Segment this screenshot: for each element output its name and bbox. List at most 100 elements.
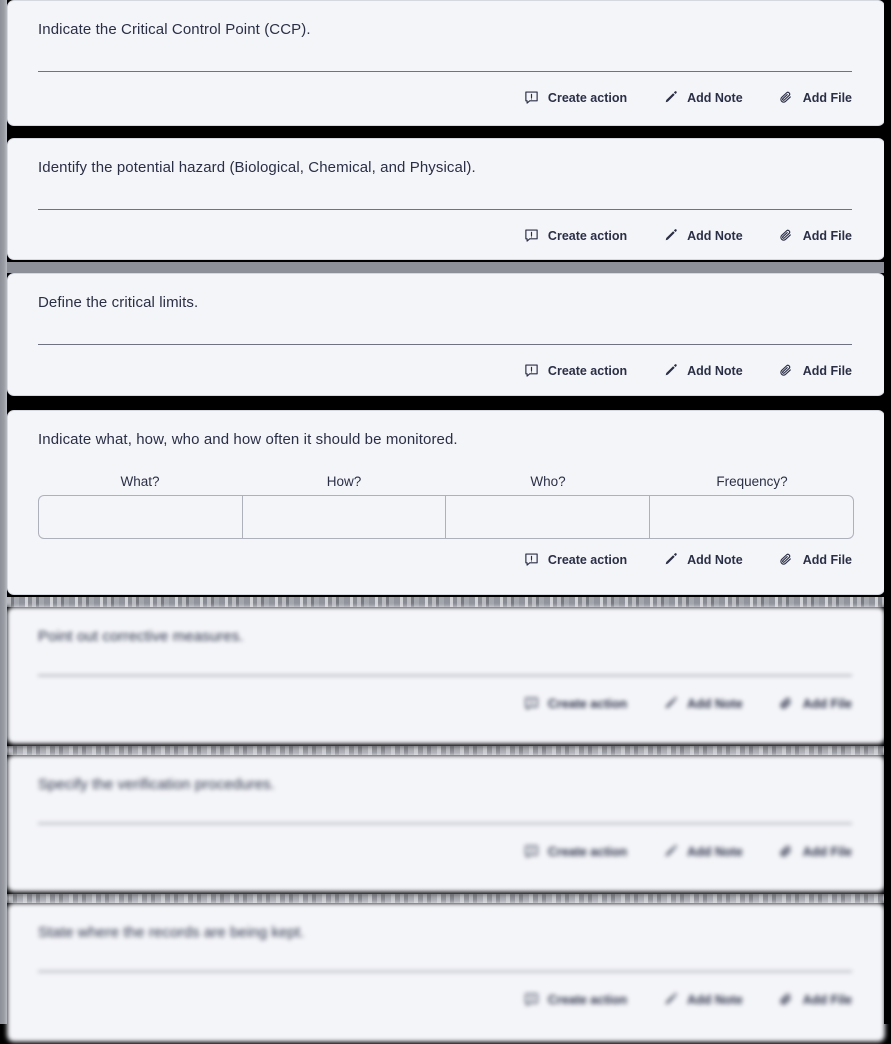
question-label-monitoring: Indicate what, how, who and how often it… bbox=[38, 431, 458, 448]
form-card-critical-limits: Define the critical limits. Create actio… bbox=[7, 273, 885, 396]
add-file-button[interactable]: Add File bbox=[779, 696, 852, 711]
add-file-label: Add File bbox=[802, 992, 852, 1007]
form-card-hazard: Identify the potential hazard (Biologica… bbox=[7, 138, 885, 260]
card-wrapper-monitoring: Indicate what, how, who and how often it… bbox=[0, 410, 891, 597]
add-note-label: Add Note bbox=[687, 90, 743, 105]
create-action-button[interactable]: Create action bbox=[524, 552, 627, 567]
comment-alert-icon bbox=[524, 228, 539, 243]
create-action-label: Create action bbox=[547, 992, 628, 1007]
create-action-label: Create action bbox=[547, 844, 628, 859]
add-note-label: Add Note bbox=[687, 992, 743, 1007]
add-note-button[interactable]: Add Note bbox=[663, 992, 743, 1007]
create-action-label: Create action bbox=[547, 228, 628, 243]
paperclip-icon bbox=[779, 363, 794, 378]
monitoring-table: What? How? Who? Frequency? bbox=[38, 474, 854, 540]
card-actions-records: Create action Add Note Add File bbox=[38, 972, 854, 1025]
create-action-button[interactable]: Create action bbox=[524, 844, 627, 859]
question-label-critical-limits: Define the critical limits. bbox=[38, 294, 199, 311]
add-note-label: Add Note bbox=[687, 552, 743, 567]
question-label-verification: Specify the verification procedures. bbox=[38, 776, 276, 793]
cell-input-frequency[interactable] bbox=[650, 496, 854, 538]
add-note-label: Add Note bbox=[687, 844, 743, 859]
add-file-label: Add File bbox=[802, 228, 852, 243]
cell-input-how[interactable] bbox=[243, 496, 446, 539]
add-file-label: Add File bbox=[802, 90, 852, 105]
add-note-button[interactable]: Add Note bbox=[663, 696, 743, 711]
column-header-how: How? bbox=[326, 474, 362, 490]
add-file-button[interactable]: Add File bbox=[779, 90, 852, 105]
create-action-label: Create action bbox=[547, 696, 628, 711]
column-header-what: What? bbox=[120, 474, 160, 490]
add-file-button[interactable]: Add File bbox=[779, 844, 852, 859]
card-wrapper-hazard: Identify the potential hazard (Biologica… bbox=[0, 138, 891, 262]
add-file-label: Add File bbox=[802, 844, 852, 859]
pencil-icon bbox=[663, 992, 678, 1007]
add-file-button[interactable]: Add File bbox=[779, 552, 852, 567]
add-note-button[interactable]: Add Note bbox=[663, 228, 743, 243]
form-card-column: Indicate the Critical Control Point (CCP… bbox=[0, 0, 891, 1044]
create-action-button[interactable]: Create action bbox=[524, 696, 627, 711]
card-actions-hazard: Create action Add Note Add File bbox=[38, 210, 854, 261]
form-card-corrective-measures: Point out corrective measures. Create ac… bbox=[7, 607, 885, 744]
table-row bbox=[38, 495, 854, 540]
question-label-ccp: Indicate the Critical Control Point (CCP… bbox=[38, 21, 311, 38]
add-note-button[interactable]: Add Note bbox=[663, 363, 743, 378]
card-actions-corrective-measures: Create action Add Note Add File bbox=[38, 676, 854, 729]
form-card-monitoring: Indicate what, how, who and how often it… bbox=[7, 410, 885, 595]
paperclip-icon bbox=[779, 228, 794, 243]
pencil-icon bbox=[663, 90, 678, 105]
create-action-label: Create action bbox=[547, 552, 628, 567]
add-note-label: Add Note bbox=[687, 228, 743, 243]
add-note-button[interactable]: Add Note bbox=[663, 552, 743, 567]
paperclip-icon bbox=[779, 992, 794, 1007]
card-wrapper-ccp: Indicate the Critical Control Point (CCP… bbox=[0, 0, 891, 128]
create-action-label: Create action bbox=[547, 90, 628, 105]
question-label-records: State where the records are being kept. bbox=[38, 924, 305, 941]
card-actions-monitoring: Create action Add Note Add File bbox=[38, 539, 854, 585]
separator-band-2 bbox=[0, 262, 891, 273]
separator-band-5 bbox=[0, 746, 891, 755]
paperclip-icon bbox=[779, 90, 794, 105]
add-file-button[interactable]: Add File bbox=[779, 228, 852, 243]
question-label-hazard: Identify the potential hazard (Biologica… bbox=[38, 159, 476, 176]
create-action-button[interactable]: Create action bbox=[524, 992, 627, 1007]
question-label-corrective-measures: Point out corrective measures. bbox=[38, 628, 244, 645]
column-header-frequency: Frequency? bbox=[716, 474, 788, 490]
add-note-button[interactable]: Add Note bbox=[663, 844, 743, 859]
card-wrapper-critical-limits: Define the critical limits. Create actio… bbox=[0, 273, 891, 398]
create-action-button[interactable]: Create action bbox=[524, 228, 627, 243]
cell-input-who[interactable] bbox=[446, 496, 650, 539]
pencil-icon bbox=[663, 844, 678, 859]
form-card-ccp: Indicate the Critical Control Point (CCP… bbox=[7, 0, 885, 126]
monitoring-table-header: What? How? Who? Frequency? bbox=[38, 474, 854, 489]
form-card-records: State where the records are being kept. … bbox=[7, 903, 885, 1042]
comment-alert-icon bbox=[524, 552, 539, 567]
card-actions-verification: Create action Add Note Add File bbox=[38, 824, 854, 877]
add-note-label: Add Note bbox=[687, 696, 743, 711]
comment-alert-icon bbox=[524, 90, 539, 105]
pencil-icon bbox=[663, 363, 678, 378]
add-file-button[interactable]: Add File bbox=[779, 363, 852, 378]
form-card-verification: Specify the verification procedures. Cre… bbox=[7, 755, 885, 892]
create-action-button[interactable]: Create action bbox=[524, 90, 627, 105]
pencil-icon bbox=[663, 228, 678, 243]
card-actions-ccp: Create action Add Note Add File bbox=[38, 72, 854, 123]
create-action-label: Create action bbox=[547, 363, 628, 378]
card-wrapper-verification: Specify the verification procedures. Cre… bbox=[0, 755, 891, 894]
add-file-label: Add File bbox=[802, 552, 852, 567]
create-action-button[interactable]: Create action bbox=[524, 363, 627, 378]
paperclip-icon bbox=[779, 844, 794, 859]
cell-input-what[interactable] bbox=[39, 496, 243, 539]
separator-band-4 bbox=[0, 597, 891, 607]
comment-alert-icon bbox=[524, 844, 539, 859]
haccp-form-page: Indicate the Critical Control Point (CCP… bbox=[0, 0, 891, 1044]
comment-alert-icon bbox=[524, 696, 539, 711]
separator-band-1 bbox=[0, 128, 891, 138]
add-note-button[interactable]: Add Note bbox=[663, 90, 743, 105]
separator-band-3 bbox=[0, 398, 891, 410]
comment-alert-icon bbox=[524, 363, 539, 378]
separator-band-6 bbox=[0, 894, 891, 903]
paperclip-icon bbox=[779, 696, 794, 711]
add-file-button[interactable]: Add File bbox=[779, 992, 852, 1007]
pencil-icon bbox=[663, 552, 678, 567]
